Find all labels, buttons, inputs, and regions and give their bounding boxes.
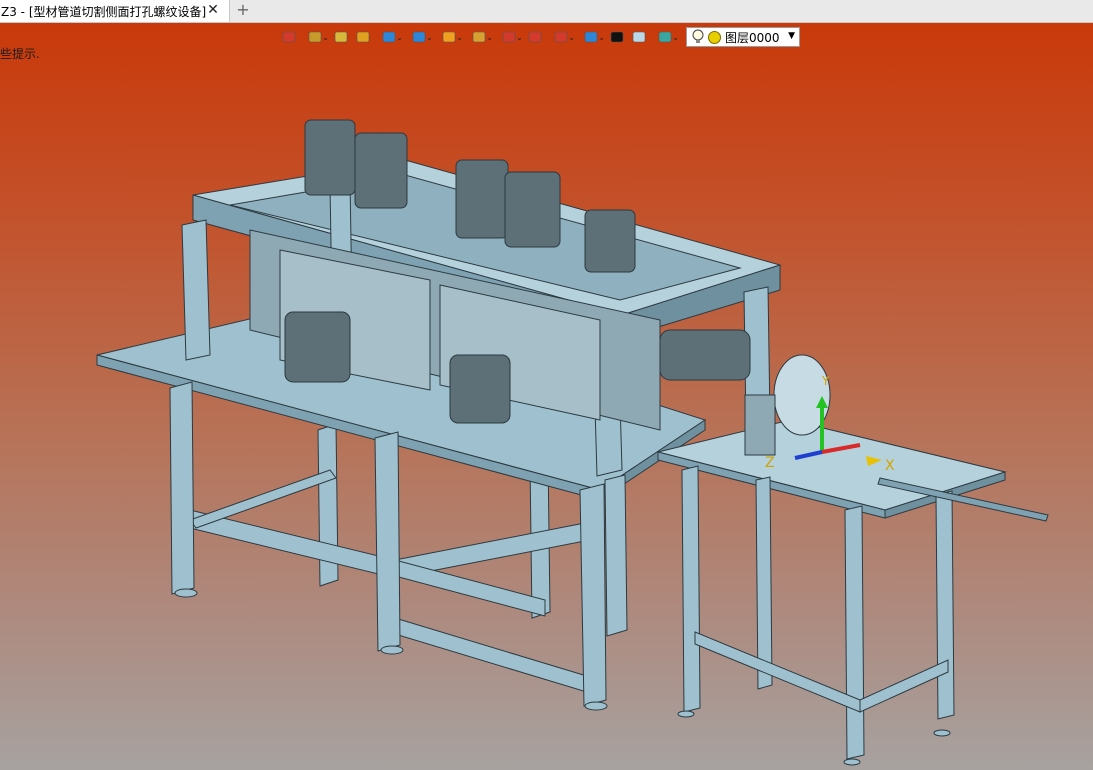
layers-button[interactable]: ⌄ [650, 26, 680, 48]
fit-view-icon [528, 31, 542, 43]
chevron-down-icon: ⌄ [322, 33, 329, 42]
face-button[interactable]: ⌄ [404, 26, 434, 48]
solid-box-button[interactable] [352, 26, 374, 48]
layers-icon [658, 31, 672, 43]
pen-button[interactable] [330, 26, 352, 48]
zoom-button[interactable]: ⌄ [464, 26, 494, 48]
chevron-down-icon: ⌄ [486, 33, 493, 42]
3d-viewport[interactable] [0, 23, 1093, 770]
exit-sketch-icon [282, 31, 296, 43]
tab-title: Z3 - [型材管道切割侧面打孔螺纹设备] [1, 4, 207, 19]
hand-pick-icon [308, 31, 322, 43]
solid-box-icon [356, 31, 370, 43]
zoom-icon [472, 31, 486, 43]
display-icon [584, 31, 598, 43]
exit-sketch-button[interactable] [278, 26, 300, 48]
cube-icon [382, 31, 396, 43]
chevron-down-icon: ⌄ [672, 33, 679, 42]
add-tab-icon[interactable]: + [236, 2, 250, 18]
chevron-down-icon: ⌄ [598, 33, 605, 42]
section-button[interactable]: ⌄ [546, 26, 576, 48]
chevron-down-icon: ⌄ [516, 33, 523, 42]
snap-icon [442, 31, 456, 43]
section-icon [554, 31, 568, 43]
color-swatch-icon [632, 31, 646, 43]
light-bulb-icon [692, 29, 704, 43]
display-button[interactable]: ⌄ [576, 26, 606, 48]
face-icon [412, 31, 426, 43]
rotate-view-icon [502, 31, 516, 43]
chevron-down-icon: ⌄ [396, 33, 403, 42]
chevron-down-icon: ⌄ [568, 33, 575, 42]
snap-button[interactable]: ⌄ [434, 26, 464, 48]
color-swatch-button[interactable] [628, 26, 650, 48]
view-toolbar: ⌄ ⌄ ⌄ ⌄ ⌄ ⌄ ⌄ ⌄ ⌄ 图层0000 ▼ [278, 25, 800, 49]
layer-name: 图层0000 [725, 30, 780, 45]
close-icon[interactable]: ✕ [206, 3, 220, 17]
chevron-down-icon: ▼ [788, 31, 795, 41]
hand-pick-button[interactable]: ⌄ [300, 26, 330, 48]
line-style-button[interactable] [606, 26, 628, 48]
pen-icon [334, 31, 348, 43]
tab-bar: Z3 - [型材管道切割侧面打孔螺纹设备] ✕ + [0, 0, 1093, 23]
chevron-down-icon: ⌄ [426, 33, 433, 42]
line-style-icon [610, 31, 624, 43]
cube-button[interactable]: ⌄ [374, 26, 404, 48]
layer-color-icon [708, 30, 721, 44]
document-tab[interactable]: Z3 - [型材管道切割侧面打孔螺纹设备] ✕ [0, 0, 230, 22]
hint-text: 些提示. [0, 47, 40, 61]
layer-dropdown[interactable]: 图层0000 ▼ [686, 27, 800, 47]
rotate-view-button[interactable]: ⌄ [494, 26, 524, 48]
chevron-down-icon: ⌄ [456, 33, 463, 42]
fit-view-button[interactable] [524, 26, 546, 48]
